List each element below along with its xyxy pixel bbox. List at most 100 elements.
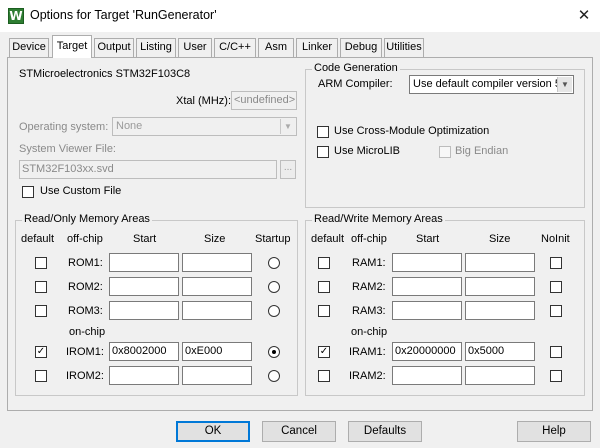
irom1-startup-radio[interactable] bbox=[268, 346, 280, 358]
iram1-noinit-checkbox[interactable] bbox=[550, 346, 562, 358]
tab-device[interactable]: Device bbox=[9, 38, 49, 57]
cancel-button[interactable]: Cancel bbox=[262, 421, 336, 442]
defaults-button[interactable]: Defaults bbox=[348, 421, 422, 442]
irom1-start-input[interactable]: 0x8002000 bbox=[109, 342, 179, 361]
window-title: Options for Target 'RunGenerator' bbox=[30, 8, 217, 22]
irom1-default-checkbox[interactable]: ✓ bbox=[35, 346, 47, 358]
irom2-default-checkbox[interactable] bbox=[35, 370, 47, 382]
rom3-size-input[interactable] bbox=[182, 301, 252, 320]
rom-header-offchip: off-chip bbox=[67, 233, 103, 245]
svd-label: System Viewer File: bbox=[19, 143, 116, 155]
irom1-label: IROM1: bbox=[66, 346, 104, 358]
rom1-label: ROM1: bbox=[68, 257, 103, 269]
rom2-startup-radio[interactable] bbox=[268, 281, 280, 293]
tab-asm[interactable]: Asm bbox=[258, 38, 294, 57]
ram-header-start: Start bbox=[416, 233, 440, 245]
ram-header-default: default bbox=[311, 233, 345, 245]
arm-compiler-label: ARM Compiler: bbox=[318, 78, 393, 90]
rom3-start-input[interactable] bbox=[109, 301, 179, 320]
os-label: Operating system: bbox=[19, 121, 109, 133]
xtal-input[interactable]: <undefined> bbox=[231, 91, 297, 110]
ram2-start-input[interactable] bbox=[392, 277, 462, 296]
tab-target[interactable]: Target bbox=[52, 35, 92, 58]
irom2-startup-radio[interactable] bbox=[268, 370, 280, 382]
rom-header-start: Start bbox=[133, 233, 157, 245]
iram2-noinit-checkbox[interactable] bbox=[550, 370, 562, 382]
cross-module-checkbox[interactable] bbox=[317, 126, 329, 138]
cross-module-label: Use Cross-Module Optimization bbox=[334, 125, 490, 137]
chevron-down-icon: ▼ bbox=[557, 77, 572, 92]
close-icon[interactable]: ✕ bbox=[574, 5, 594, 25]
svd-browse-button[interactable]: ... bbox=[280, 160, 296, 179]
rom-onchip-label: on-chip bbox=[69, 326, 106, 338]
ram1-size-input[interactable] bbox=[465, 253, 535, 272]
tab-user[interactable]: User bbox=[178, 38, 212, 57]
microlib-checkbox[interactable] bbox=[317, 146, 329, 158]
arm-compiler-value: Use default compiler version 5 bbox=[413, 78, 561, 90]
ram2-noinit-checkbox[interactable] bbox=[550, 281, 562, 293]
irom2-start-input[interactable] bbox=[109, 366, 179, 385]
microlib-label: Use MicroLIB bbox=[334, 145, 401, 157]
rom2-default-checkbox[interactable] bbox=[35, 281, 47, 293]
big-endian-checkbox[interactable] bbox=[439, 146, 451, 158]
chevron-down-icon: ▼ bbox=[280, 119, 295, 134]
ram3-size-input[interactable] bbox=[465, 301, 535, 320]
ram3-start-input[interactable] bbox=[392, 301, 462, 320]
rom2-size-input[interactable] bbox=[182, 277, 252, 296]
ram2-label: RAM2: bbox=[352, 281, 386, 293]
ram3-noinit-checkbox[interactable] bbox=[550, 305, 562, 317]
ram-header-size: Size bbox=[489, 233, 511, 245]
tab-output[interactable]: Output bbox=[94, 38, 134, 57]
ram-header-noinit: NoInit bbox=[541, 233, 570, 245]
rom-header-size: Size bbox=[204, 233, 226, 245]
irom2-size-input[interactable] bbox=[182, 366, 252, 385]
tab-linker[interactable]: Linker bbox=[296, 38, 338, 57]
tab-utilities[interactable]: Utilities bbox=[384, 38, 424, 57]
ram3-label: RAM3: bbox=[352, 305, 386, 317]
ram2-size-input[interactable] bbox=[465, 277, 535, 296]
rom-header-startup: Startup bbox=[255, 233, 291, 245]
ram2-default-checkbox[interactable] bbox=[318, 281, 330, 293]
rom1-default-checkbox[interactable] bbox=[35, 257, 47, 269]
iram1-label: IRAM1: bbox=[349, 346, 386, 358]
iram2-size-input[interactable] bbox=[465, 366, 535, 385]
iram1-size-input[interactable]: 0x5000 bbox=[465, 342, 535, 361]
tab-cc[interactable]: C/C++ bbox=[214, 38, 256, 57]
iram2-label: IRAM2: bbox=[349, 370, 386, 382]
os-select-value: None bbox=[116, 120, 143, 132]
os-select[interactable]: None ▼ bbox=[112, 117, 297, 136]
ok-button[interactable]: OK bbox=[176, 421, 250, 442]
big-endian-label: Big Endian bbox=[455, 145, 509, 157]
rom-header-default: default bbox=[21, 233, 55, 245]
tab-listing[interactable]: Listing bbox=[136, 38, 176, 57]
tab-debug[interactable]: Debug bbox=[340, 38, 382, 57]
help-button[interactable]: Help bbox=[517, 421, 591, 442]
ram1-default-checkbox[interactable] bbox=[318, 257, 330, 269]
iram2-start-input[interactable] bbox=[392, 366, 462, 385]
rom1-start-input[interactable] bbox=[109, 253, 179, 272]
svd-input[interactable]: STM32F103xx.svd bbox=[19, 160, 277, 179]
ram1-start-input[interactable] bbox=[392, 253, 462, 272]
rom1-startup-radio[interactable] bbox=[268, 257, 280, 269]
readwrite-memory-title: Read/Write Memory Areas bbox=[312, 213, 445, 225]
rom3-default-checkbox[interactable] bbox=[35, 305, 47, 317]
ram-header-offchip: off-chip bbox=[351, 233, 387, 245]
iram2-default-checkbox[interactable] bbox=[318, 370, 330, 382]
rom1-size-input[interactable] bbox=[182, 253, 252, 272]
ram1-label: RAM1: bbox=[352, 257, 386, 269]
xtal-label: Xtal (MHz): bbox=[176, 95, 231, 107]
rom3-label: ROM3: bbox=[68, 305, 103, 317]
use-custom-file-checkbox[interactable] bbox=[22, 186, 34, 198]
irom1-size-input[interactable]: 0xE000 bbox=[182, 342, 252, 361]
ram3-default-checkbox[interactable] bbox=[318, 305, 330, 317]
ram1-noinit-checkbox[interactable] bbox=[550, 257, 562, 269]
iram1-default-checkbox[interactable]: ✓ bbox=[318, 346, 330, 358]
arm-compiler-select[interactable]: Use default compiler version 5 ▼ bbox=[409, 75, 574, 94]
irom2-label: IROM2: bbox=[66, 370, 104, 382]
ram-onchip-label: on-chip bbox=[351, 326, 388, 338]
rom3-startup-radio[interactable] bbox=[268, 305, 280, 317]
keil-app-icon: W bbox=[8, 8, 24, 24]
iram1-start-input[interactable]: 0x20000000 bbox=[392, 342, 462, 361]
rom2-label: ROM2: bbox=[68, 281, 103, 293]
rom2-start-input[interactable] bbox=[109, 277, 179, 296]
